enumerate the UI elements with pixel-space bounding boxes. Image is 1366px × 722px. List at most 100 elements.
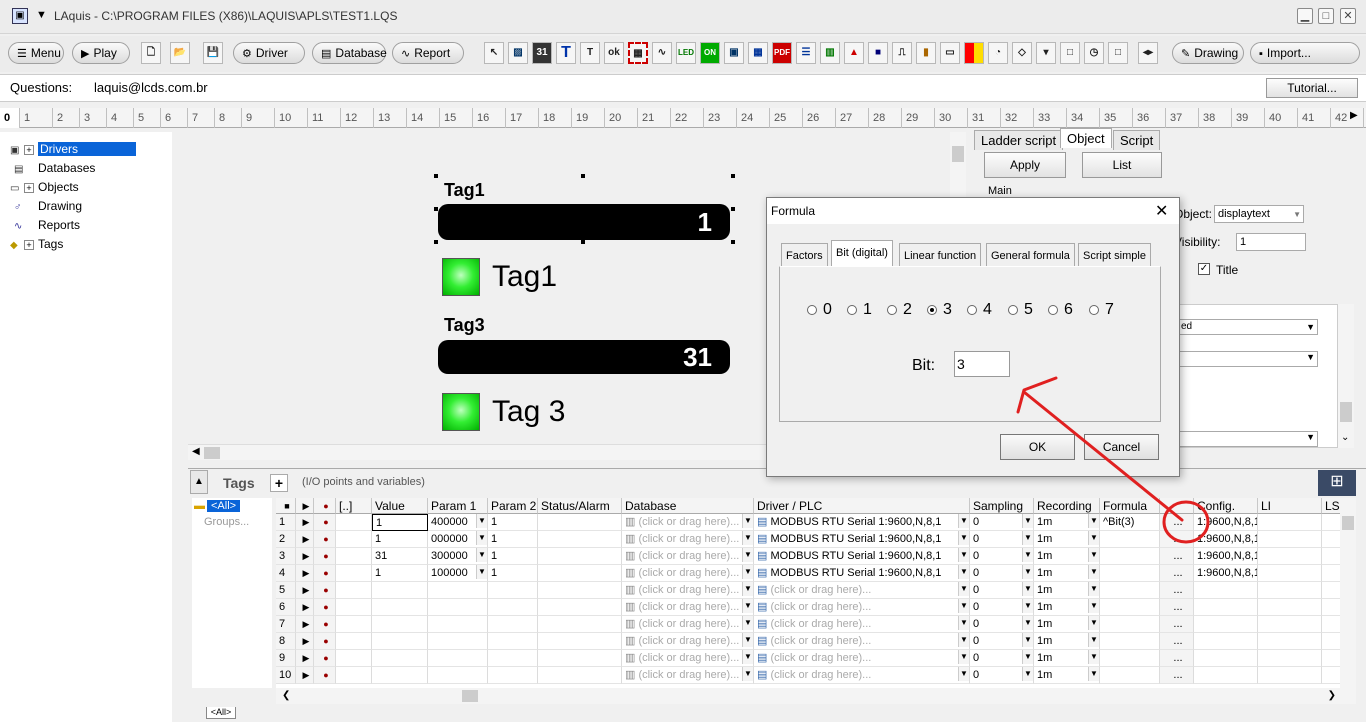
row-expand-cell[interactable] [336,565,372,582]
scroll-thumb[interactable] [1340,402,1352,422]
param1-cell[interactable] [428,633,488,650]
trend-tool-icon[interactable]: ⎍ [892,42,912,64]
li-cell[interactable] [1258,616,1322,633]
chevron-down-icon[interactable]: ▼ [1022,667,1033,681]
formula-cell[interactable]: ^Bit(3) [1100,514,1160,531]
bit-radio-2[interactable]: 2 [887,301,912,319]
cancel-button[interactable]: Cancel [1084,434,1159,460]
tab-ladder-script[interactable]: Ladder script [974,130,1064,150]
param1-cell[interactable]: ▼ 000000 [428,531,488,548]
tree-item-drawing[interactable]: ♂ Drawing [14,197,82,215]
config-cell[interactable] [1194,582,1258,599]
param2-cell[interactable] [488,599,538,616]
switch-tool-icon[interactable]: ON [700,42,720,64]
drawing-button[interactable]: ✎ Drawing [1172,42,1244,64]
resize-handle[interactable] [581,174,585,178]
param2-cell[interactable]: 1 [488,565,538,582]
database-cell[interactable]: ▼ ▥ (click or drag here)... [622,667,754,684]
formula-cell[interactable] [1100,531,1160,548]
driver-button[interactable]: ⚙ Driver [233,42,305,64]
formula-cell[interactable] [1100,650,1160,667]
column-header[interactable]: LI [1258,498,1322,514]
image-tool-icon[interactable]: ▨ [508,42,528,64]
resize-handle[interactable] [731,240,735,244]
chevron-down-icon[interactable]: ▼ [1088,667,1099,681]
chevron-down-icon[interactable]: ▼ [958,565,969,579]
dial-tool-icon[interactable]: ◷ [1084,42,1104,64]
config-cell[interactable] [1194,599,1258,616]
formula-cell[interactable] [1100,548,1160,565]
apply-button[interactable]: Apply [984,152,1066,178]
sampling-cell[interactable]: ▼ 0 [970,599,1034,616]
row-status-icon[interactable]: ● [314,650,336,667]
tag3-value-display[interactable]: 31 [438,340,730,374]
value-cell[interactable] [372,582,428,599]
sampling-cell[interactable]: ▼ 0 [970,582,1034,599]
chevron-down-icon[interactable]: ▼ [1306,320,1315,334]
sampling-cell[interactable]: ▼ 0 [970,650,1034,667]
chevron-down-icon[interactable]: ▼ [958,548,969,562]
radio-icon[interactable] [1048,304,1058,315]
chevron-down-icon[interactable]: ▼ [1306,352,1315,362]
display-tool-icon[interactable]: 31 [532,42,552,64]
scroll-left-icon[interactable]: ❮ [282,690,290,701]
value-cell[interactable]: 1 [372,565,428,582]
li-cell[interactable] [1258,650,1322,667]
chart-tool-icon[interactable]: ∿ [652,42,672,64]
recording-cell[interactable]: ▼ 1m [1034,599,1100,616]
row-expand-cell[interactable] [336,514,372,531]
formula-cell[interactable] [1100,633,1160,650]
li-cell[interactable] [1258,514,1322,531]
row-status-icon[interactable]: ● [314,514,336,531]
value-cell[interactable]: 1 [372,531,428,548]
shape-tool-icon[interactable]: ◇ [1012,42,1032,64]
li-cell[interactable] [1258,548,1322,565]
param1-cell[interactable] [428,667,488,684]
config-cell[interactable]: 1:9600,N,8,1 [1194,531,1258,548]
li-cell[interactable] [1258,667,1322,684]
chevron-down-icon[interactable]: ▼ [476,514,487,528]
param1-cell[interactable] [428,582,488,599]
driver-cell[interactable]: ▼ ▤ MODBUS RTU Serial 1:9600,N,8,1 [754,514,970,531]
driver-cell[interactable]: ▼ ▤ (click or drag here)... [754,667,970,684]
tag-grid-settings-icon[interactable]: ⊞ [1318,470,1356,496]
tree-item-reports[interactable]: ∿ Reports [14,216,80,234]
resize-handle[interactable] [434,174,438,178]
chevron-down-icon[interactable]: ▼ [742,531,753,545]
import-button[interactable]: ▪ Import... [1250,42,1360,64]
column-header[interactable] [1160,498,1194,514]
value-cell[interactable]: 1 [372,514,428,531]
scroll-thumb[interactable] [1342,516,1354,530]
column-header[interactable]: Recording [1034,498,1100,514]
row-status-icon[interactable]: ● [314,633,336,650]
param1-cell[interactable] [428,650,488,667]
small-text-tool-icon[interactable]: T [580,42,600,64]
chevron-down-icon[interactable]: ▼ [742,514,753,528]
table-row[interactable]: 6 ▶ ● ▼ ▥ (click or drag here)... ▼ ▤ (click o… [276,599,1356,616]
value-cell[interactable] [372,650,428,667]
frame-tool-icon[interactable]: □ [1108,42,1128,64]
radio-icon[interactable] [967,304,977,315]
column-header[interactable]: Config. [1194,498,1258,514]
row-select-icon[interactable]: ▶ [296,531,314,548]
table-row[interactable]: 5 ▶ ● ▼ ▥ (click or drag here)... ▼ ▤ (click o… [276,582,1356,599]
tab-script[interactable]: Script [1113,130,1161,150]
config-cell[interactable] [1194,667,1258,684]
expand-icon[interactable]: + [24,182,34,193]
formula-edit-button[interactable]: ... [1160,548,1194,565]
menu-button[interactable]: ☰ Menu [8,42,64,64]
app-icon[interactable]: ▣ [12,8,28,24]
tags-scrollbar-vertical[interactable] [1340,498,1356,688]
chevron-down-icon[interactable]: ▼ [1022,599,1033,613]
radio-icon[interactable] [1089,304,1099,315]
column-header[interactable]: Param 2 [488,498,538,514]
chevron-down-icon[interactable]: ▼ [1306,432,1315,442]
table-row[interactable]: 1 ▶ ● 1 ▼ 400000 1 ▼ ▥ (click or drag here)... ▼ ▤… [276,514,1356,531]
scroll-thumb[interactable] [462,690,478,702]
param2-cell[interactable]: 1 [488,531,538,548]
report-button[interactable]: ∿ Report [392,42,464,64]
param1-cell[interactable] [428,599,488,616]
row-status-icon[interactable]: ● [314,599,336,616]
formula-cell[interactable] [1100,565,1160,582]
table-row[interactable]: 9 ▶ ● ▼ ▥ (click or drag here)... ▼ ▤ (click o… [276,650,1356,667]
